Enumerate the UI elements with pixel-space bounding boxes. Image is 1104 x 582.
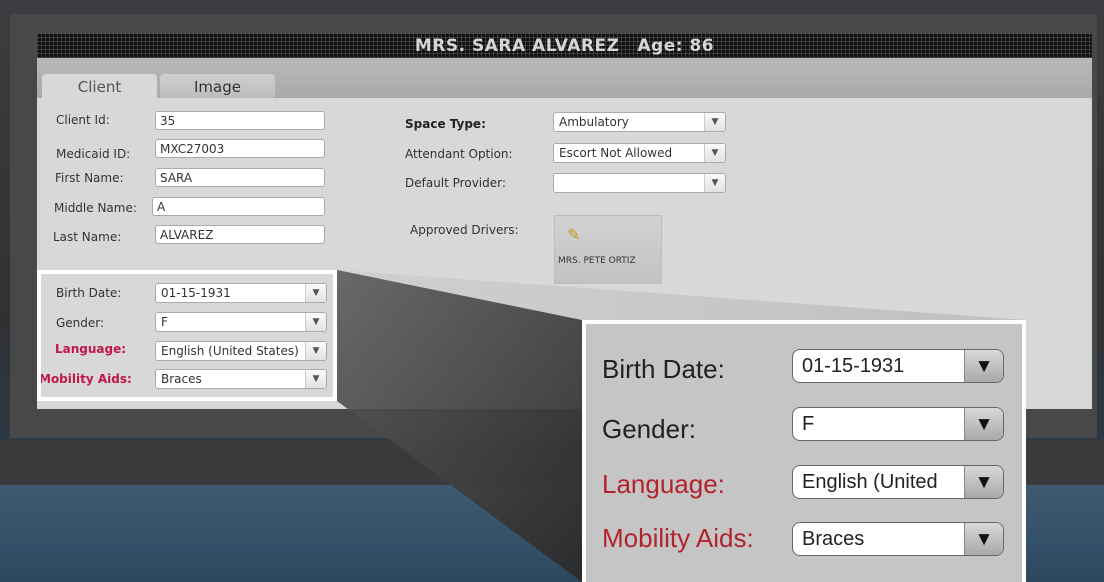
last-name-label: Last Name: bbox=[53, 230, 122, 244]
first-name-field[interactable]: SARA bbox=[155, 168, 325, 187]
attendant-option-label: Attendant Option: bbox=[405, 147, 513, 161]
zoom-birth-date-label: Birth Date: bbox=[602, 354, 725, 384]
zoom-gender-value: F bbox=[802, 413, 815, 435]
chevron-down-icon[interactable]: ▼ bbox=[964, 523, 1003, 555]
last-name-field[interactable]: ALVAREZ bbox=[155, 225, 325, 244]
client-id-label: Client Id: bbox=[56, 113, 110, 127]
zoom-mobility-aids-select[interactable]: Braces ▼ bbox=[792, 522, 1004, 556]
zoom-birth-date-picker[interactable]: 01-15-1931 ▼ bbox=[792, 349, 1004, 383]
attendant-option-value: Escort Not Allowed bbox=[559, 146, 673, 160]
zoom-language-label: Language: bbox=[602, 469, 725, 499]
default-provider-label: Default Provider: bbox=[405, 176, 506, 190]
approved-driver-name: MRS. PETE ORTIZ bbox=[558, 256, 636, 266]
space-type-select[interactable]: Ambulatory ▼ bbox=[553, 112, 726, 132]
zoom-gender-select[interactable]: F ▼ bbox=[792, 407, 1004, 441]
space-type-label: Space Type: bbox=[405, 117, 486, 131]
pencil-icon[interactable]: ✎ bbox=[567, 225, 580, 244]
chevron-down-icon[interactable]: ▼ bbox=[704, 144, 725, 162]
client-id-field[interactable]: 35 bbox=[155, 111, 325, 130]
approved-driver-card[interactable]: ✎ MRS. PETE ORTIZ bbox=[554, 215, 662, 284]
client-name: MRS. SARA ALVAREZ bbox=[414, 36, 620, 56]
space-type-value: Ambulatory bbox=[559, 115, 629, 129]
chevron-down-icon[interactable]: ▼ bbox=[704, 174, 725, 192]
tab-image[interactable]: Image bbox=[160, 74, 275, 98]
chevron-down-icon[interactable]: ▼ bbox=[964, 350, 1003, 382]
zoom-language-select[interactable]: English (United ▼ bbox=[792, 465, 1004, 499]
middle-name-label: Middle Name: bbox=[54, 201, 137, 215]
chevron-down-icon[interactable]: ▼ bbox=[964, 466, 1003, 498]
client-header-bar: MRS. SARA ALVAREZ Age: 86 bbox=[37, 34, 1092, 58]
attendant-option-select[interactable]: Escort Not Allowed ▼ bbox=[553, 143, 726, 163]
first-name-label: First Name: bbox=[55, 171, 124, 185]
client-age: Age: 86 bbox=[637, 36, 715, 56]
medicaid-id-field[interactable]: MXC27003 bbox=[155, 139, 325, 158]
medicaid-id-label: Medicaid ID: bbox=[56, 147, 131, 161]
highlight-box bbox=[37, 270, 337, 401]
tab-client[interactable]: Client bbox=[42, 74, 157, 98]
middle-name-field[interactable]: A bbox=[152, 197, 325, 216]
chevron-down-icon[interactable]: ▼ bbox=[964, 408, 1003, 440]
approved-drivers-label: Approved Drivers: bbox=[410, 223, 519, 237]
zoom-mobility-aids-value: Braces bbox=[802, 528, 865, 550]
zoom-callout: Birth Date: 01-15-1931 ▼ Gender: F ▼ Lan… bbox=[582, 320, 1026, 582]
zoom-language-value: English (United bbox=[802, 471, 938, 493]
chevron-down-icon[interactable]: ▼ bbox=[704, 113, 725, 131]
zoom-birth-date-value: 01-15-1931 bbox=[802, 355, 905, 377]
zoom-mobility-aids-label: Mobility Aids: bbox=[602, 523, 754, 553]
default-provider-select[interactable]: ▼ bbox=[553, 173, 726, 193]
zoom-gender-label: Gender: bbox=[602, 414, 696, 444]
